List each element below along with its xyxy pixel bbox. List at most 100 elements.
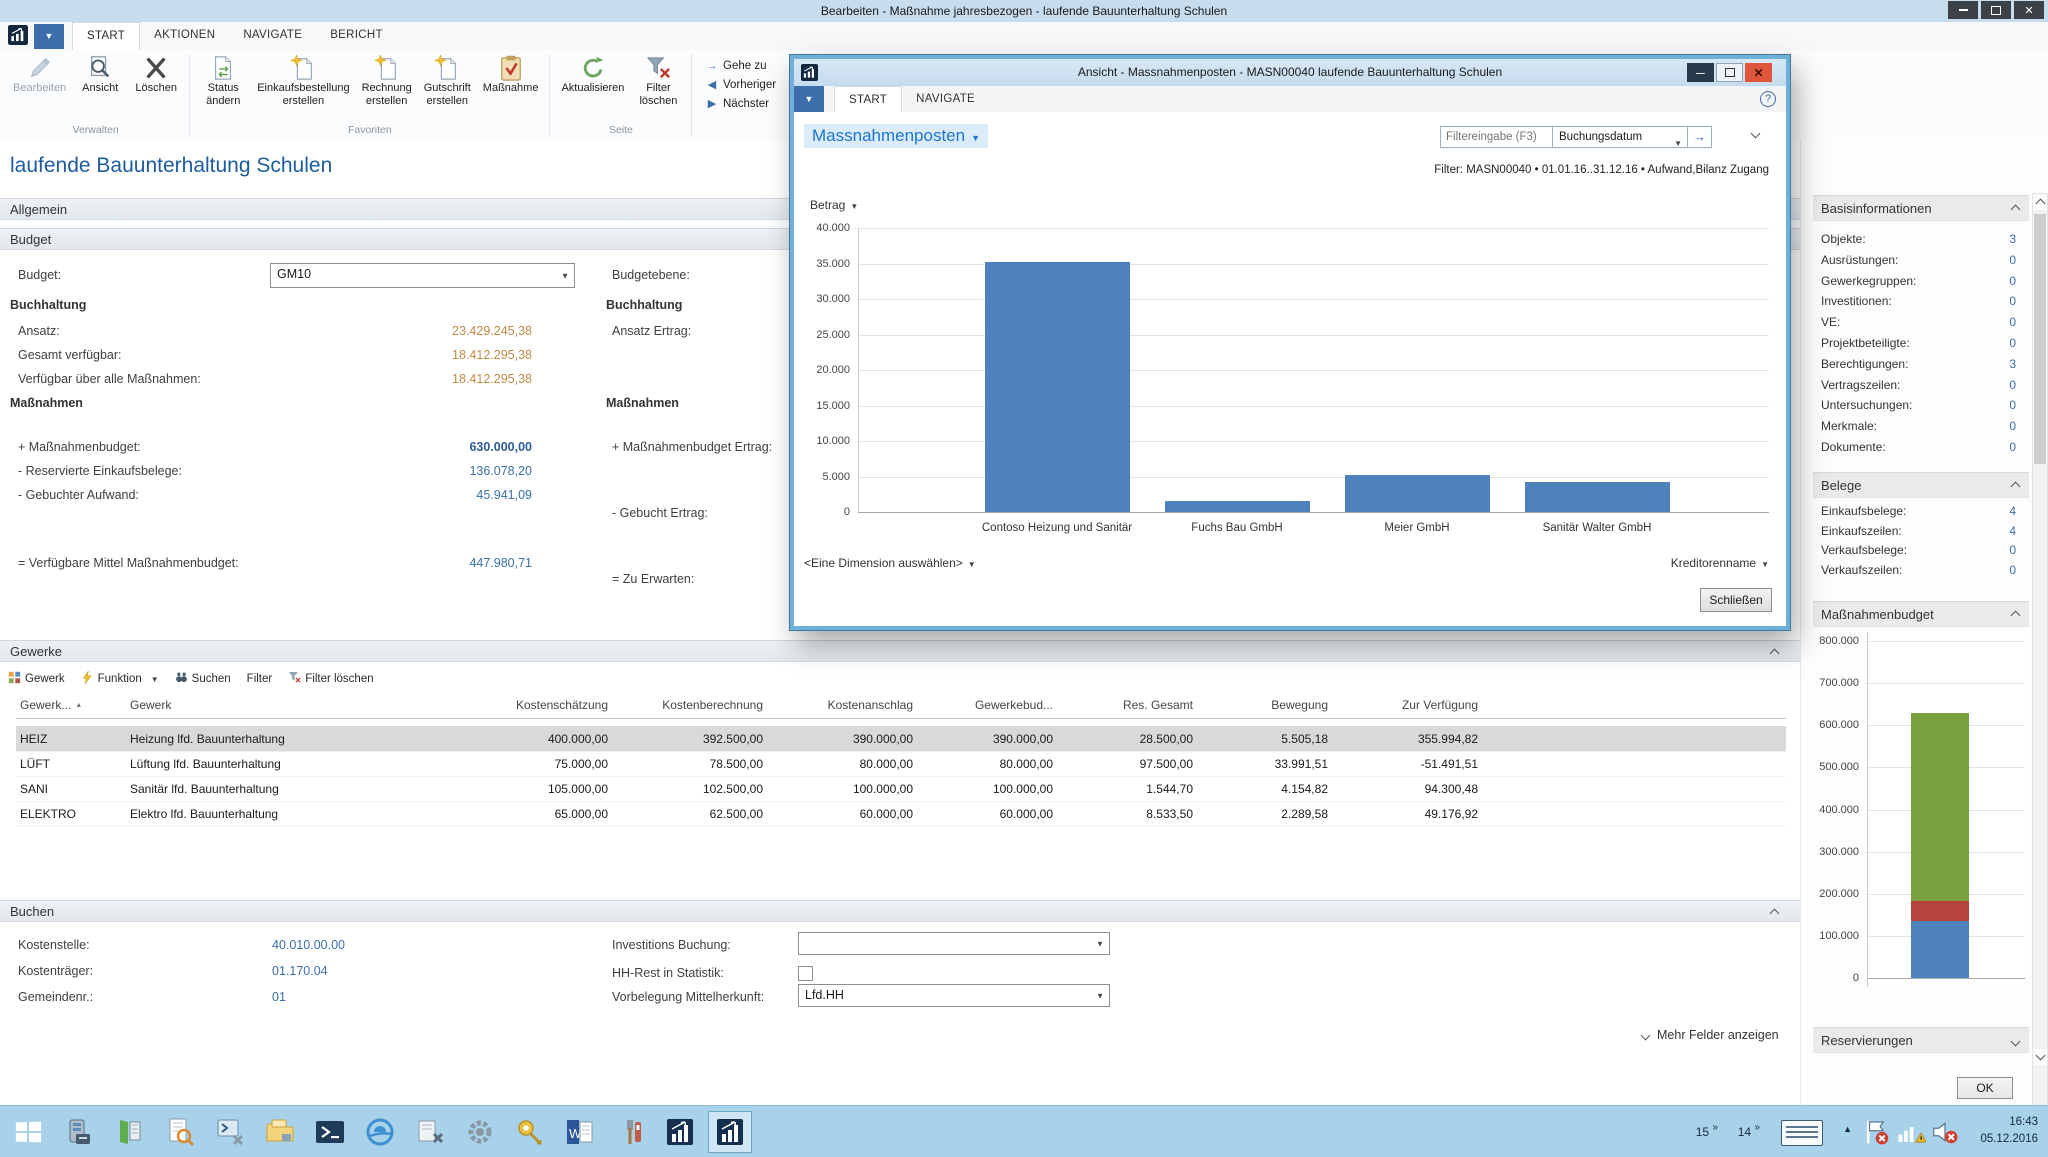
apply-filter-icon[interactable]: → (1688, 126, 1712, 148)
field-value-verfuegbare-mittel-massnahmenbudget[interactable]: 447.980,71 (272, 556, 532, 570)
nav-link-vorheriger[interactable]: ◀Vorheriger (706, 75, 776, 94)
search-document-icon[interactable] (158, 1111, 202, 1153)
tab-start[interactable]: START (834, 86, 902, 112)
ok-button[interactable]: OK (1957, 1077, 2013, 1099)
toolbar-suchen[interactable]: Suchen (175, 671, 231, 687)
field-value-verfuegbar-ueber-alle-massnahmen[interactable]: 18.412.295,38 (272, 372, 532, 386)
field-value-massnahmenbudget[interactable]: 630.000,00 (272, 440, 532, 454)
table-row[interactable]: HEIZHeizung lfd. Bauunterhaltung400.000,… (16, 726, 1786, 752)
file-manager-icon[interactable] (258, 1111, 302, 1153)
filter-pane-chevron-icon[interactable] (1751, 129, 1761, 139)
drilldown-value[interactable]: 0 (2009, 274, 2016, 288)
drilldown-value[interactable]: 0 (2009, 440, 2016, 454)
minimize-icon[interactable]: ─ (1687, 63, 1714, 82)
action-center-flag-icon[interactable] (1862, 1111, 1892, 1153)
budget-select[interactable]: GM10▼ (270, 263, 575, 288)
show-more-fields[interactable]: Mehr Felder anzeigen (1642, 1028, 1779, 1042)
scroll-down-icon[interactable] (2033, 1049, 2047, 1065)
table-row[interactable]: ELEKTROElektro lfd. Bauunterhaltung65.00… (16, 801, 1786, 827)
ribbon-button-filter-loeschen[interactable]: Filter löschen (631, 52, 685, 109)
credentials-key-icon[interactable] (508, 1111, 552, 1153)
collapse-icon[interactable] (1770, 649, 1780, 659)
field-value-gebuchter-aufwand[interactable]: 45.941,09 (272, 488, 532, 502)
table-row[interactable]: LÜFTLüftung lfd. Bauunterhaltung75.000,0… (16, 751, 1786, 777)
ribbon-button-status-aendern[interactable]: Status ändern (196, 52, 250, 109)
column-header-zur-verfuegung[interactable]: Zur Verfügung (1336, 694, 1486, 718)
start-button[interactable] (6, 1111, 50, 1153)
close-icon[interactable]: ✕ (1745, 63, 1772, 82)
server-manager-icon[interactable] (58, 1111, 102, 1153)
ribbon-button-loeschen[interactable]: Löschen (129, 52, 183, 97)
ribbon-button-einkaufsbestellung-erstellen[interactable]: Einkaufsbestellung erstellen (252, 52, 354, 109)
network-status-icon[interactable] (1896, 1111, 1926, 1153)
drilldown-value[interactable]: 0 (2009, 378, 2016, 392)
tab-navigate[interactable]: NAVIGATE (902, 86, 989, 112)
dynamics-nav-active-icon[interactable] (708, 1111, 752, 1153)
toolbar-funktion[interactable]: Funktion▼ (81, 671, 159, 687)
toolbar-filter-loeschen[interactable]: Filter löschen (288, 671, 373, 687)
scrollbar-thumb[interactable] (2034, 214, 2046, 464)
taskbar-overflow-count[interactable]: 15 » (1696, 1122, 1718, 1139)
pane-reservierungen[interactable]: Reservierungen (1813, 1027, 2029, 1053)
dialog-page-title[interactable]: Massnahmenposten▼ (804, 124, 988, 148)
tab-start[interactable]: START (72, 22, 140, 50)
field-value-kostentraeger[interactable]: 01.170.04 (272, 964, 328, 978)
ribbon-button-bearbeiten[interactable]: Bearbeiten (8, 52, 71, 97)
column-header-res-gesamt[interactable]: Res. Gesamt (1061, 694, 1201, 718)
tab-navigate[interactable]: NAVIGATE (229, 22, 316, 50)
column-header-kostenschaetzung[interactable]: Kostenschätzung (466, 694, 616, 718)
pane-massnahmenbudget[interactable]: Maßnahmenbudget (1813, 601, 2029, 627)
measure-select[interactable]: Betrag▼ (810, 198, 858, 212)
ribbon-button-ansicht[interactable]: Ansicht (73, 52, 127, 97)
ribbon-button-gutschrift-erstellen[interactable]: Gutschrift erstellen (419, 52, 476, 109)
maximize-icon[interactable] (1716, 63, 1743, 82)
pane-belege[interactable]: Belege (1813, 472, 2029, 498)
field-value-gesamt-verfuegbar[interactable]: 18.412.295,38 (272, 348, 532, 362)
select-investitions-buchung[interactable]: ▼ (798, 932, 1110, 955)
taskbar-clock[interactable]: 16:43 05.12.2016 (1980, 1114, 2038, 1148)
ribbon-button-aktualisieren[interactable]: Aktualisieren (556, 52, 629, 97)
app-menu-button[interactable]: ▼ (794, 86, 824, 112)
x-dimension-select[interactable]: Kreditorenname▼ (1671, 556, 1769, 570)
column-header-gewerkebud[interactable]: Gewerkebud... (921, 694, 1061, 718)
fasttab-buchen[interactable]: Buchen (0, 900, 1800, 922)
maximize-icon[interactable] (1981, 1, 2011, 19)
drilldown-value[interactable]: 0 (2009, 398, 2016, 412)
app-menu-button[interactable]: ▼ (34, 24, 64, 49)
toolbar-gewerk[interactable]: Gewerk (8, 671, 65, 687)
close-icon[interactable]: ✕ (2014, 1, 2044, 19)
tab-aktionen[interactable]: AKTIONEN (140, 22, 229, 50)
drilldown-value[interactable]: 0 (2009, 419, 2016, 433)
fasttab-gewerke[interactable]: Gewerke (0, 640, 1800, 662)
pane-basisinformationen[interactable]: Basisinformationen (1813, 195, 2029, 221)
dynamics-nav-icon[interactable] (658, 1111, 702, 1153)
drilldown-value[interactable]: 0 (2009, 253, 2016, 267)
powershell-icon[interactable] (308, 1111, 352, 1153)
drilldown-value[interactable]: 4 (2009, 524, 2016, 538)
ribbon-button-rechnung-erstellen[interactable]: Rechnung erstellen (357, 52, 417, 109)
volume-muted-icon[interactable] (1930, 1111, 1960, 1153)
column-header-gewerk[interactable]: Gewerk (126, 694, 466, 718)
filter-input[interactable] (1440, 126, 1552, 148)
drilldown-value[interactable]: 0 (2009, 543, 2016, 557)
scroll-up-icon[interactable] (2033, 194, 2047, 210)
column-header-kostenberechnung[interactable]: Kostenberechnung (616, 694, 771, 718)
toolbar-filter[interactable]: Filter (247, 673, 273, 685)
minimize-icon[interactable] (1948, 1, 1978, 19)
select-vorbelegung-mittelherkunft[interactable]: Lfd.HH▼ (798, 984, 1110, 1007)
collapse-icon[interactable] (1770, 909, 1780, 919)
column-header-bewegung[interactable]: Bewegung (1201, 694, 1336, 718)
drilldown-value[interactable]: 0 (2009, 336, 2016, 350)
table-row[interactable]: SANISanitär lfd. Bauunterhaltung105.000,… (16, 776, 1786, 802)
field-value-kostenstelle[interactable]: 40.010.00.00 (272, 938, 345, 952)
nav-link-gehe-zu[interactable]: →Gehe zu (706, 56, 776, 75)
nav-link-naechster[interactable]: ▶Nächster (706, 94, 776, 113)
drilldown-value[interactable]: 0 (2009, 563, 2016, 577)
taskbar-overflow-count[interactable]: 14 » (1738, 1122, 1760, 1139)
settings-gear-icon[interactable] (458, 1111, 502, 1153)
schliessen-button[interactable]: Schließen (1700, 588, 1772, 612)
drilldown-value[interactable]: 4 (2009, 504, 2016, 518)
drilldown-value[interactable]: 3 (2009, 232, 2016, 246)
word-icon[interactable]: W (558, 1111, 602, 1153)
column-header-gewerk[interactable]: Gewerk...▲ (16, 694, 126, 718)
